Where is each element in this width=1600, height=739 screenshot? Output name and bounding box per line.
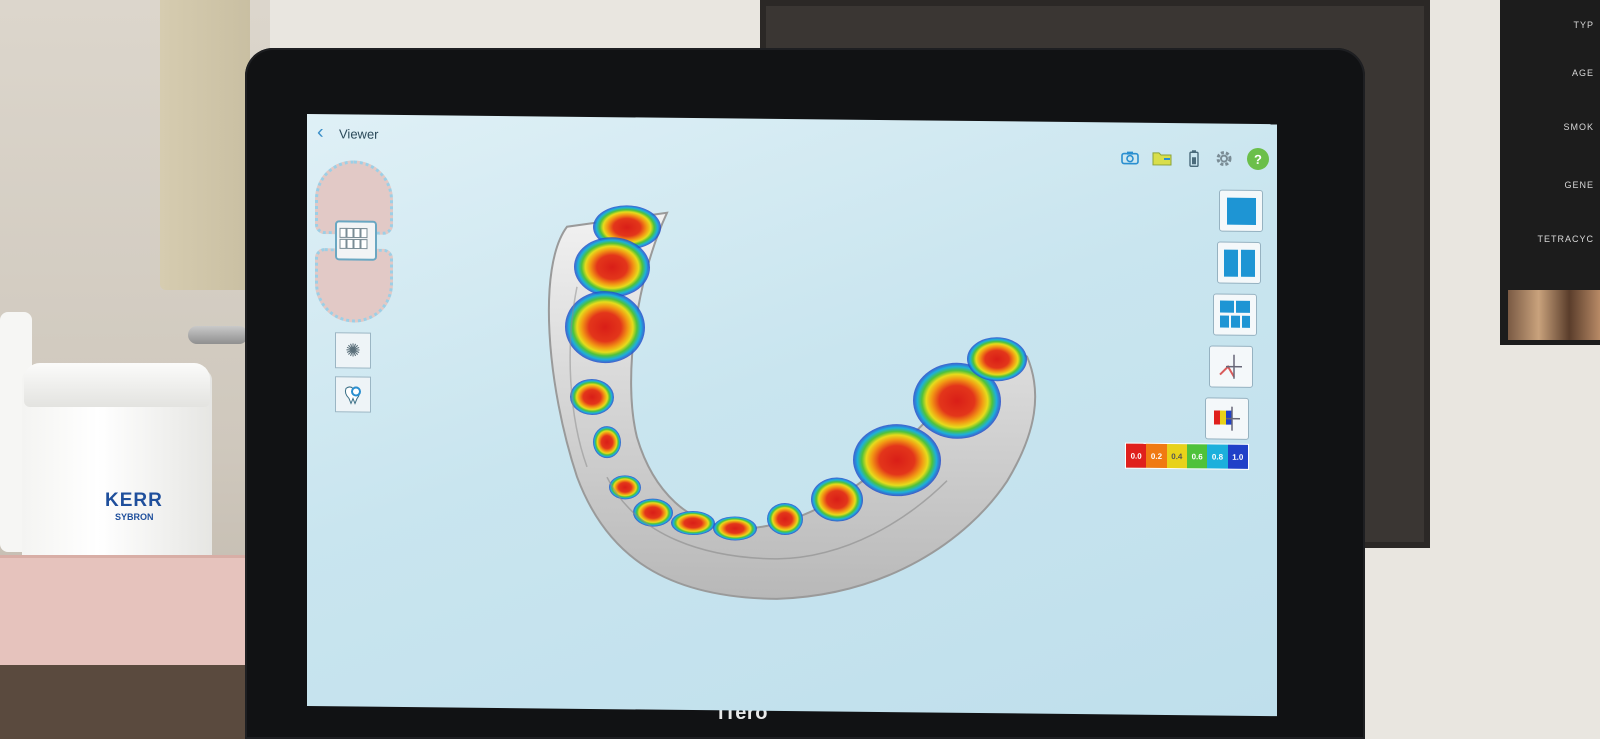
poster-photo [1508, 290, 1600, 340]
counter [0, 555, 260, 668]
faucet [188, 326, 248, 344]
jar-sub-label: SYBRON [115, 512, 154, 522]
jar-brand-label: KERR [105, 490, 163, 511]
counter-base [0, 665, 260, 739]
dental-scan-3d-model[interactable] [307, 114, 1277, 716]
poster-line: TYP [1573, 20, 1594, 30]
poster-line: SMOK [1563, 122, 1594, 132]
jar-lid [24, 363, 210, 407]
screen: ‹ Viewer ? ✺ 0.0 0.2 0.4 0.6 0.8 1.0 [307, 114, 1277, 717]
poster-line: TETRACYC [1537, 234, 1594, 244]
wall-cabinet [160, 0, 250, 290]
poster-line: AGE [1571, 68, 1594, 78]
poster-line: GENE [1564, 180, 1594, 190]
